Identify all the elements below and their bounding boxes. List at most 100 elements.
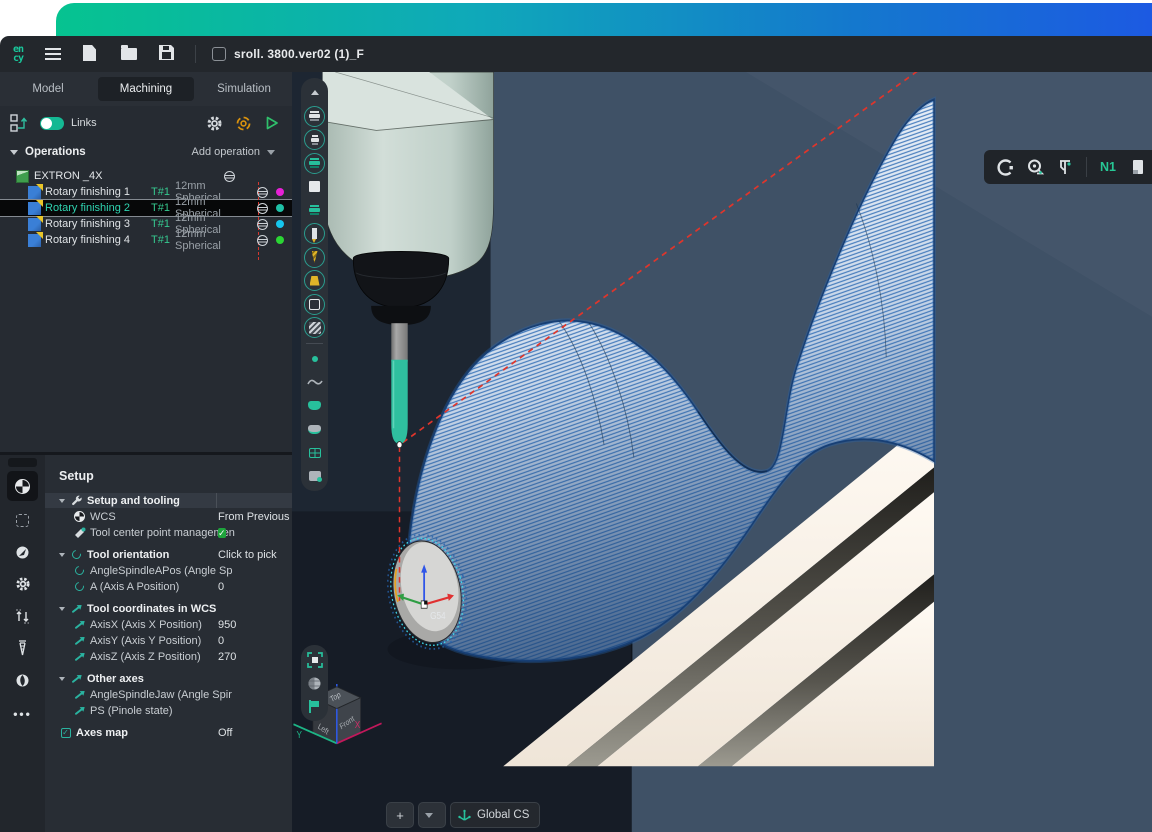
setup-row-value[interactable]: 0 <box>218 581 224 593</box>
operations-header[interactable]: Operations Add operation <box>0 140 292 164</box>
cutting-tool[interactable] <box>391 323 407 448</box>
setup-row-anglespindlejaw[interactable]: AngleSpindleJaw (Angle Spir <box>45 687 292 702</box>
add-operation-button[interactable]: Add operation <box>192 146 283 158</box>
operation-tool: T#1 <box>151 218 175 230</box>
setup-section-tooling[interactable]: Setup and tooling <box>45 493 292 508</box>
setup-row-axes-map[interactable]: ✓ Axes map Off <box>45 725 292 740</box>
fixture-icon <box>309 208 320 212</box>
checkbox-checked-icon[interactable]: ✓ <box>218 528 226 538</box>
setup-row-anglespindleapos[interactable]: AngleSpindleAPos (Angle Sp <box>45 563 292 578</box>
fixture-button[interactable] <box>304 200 326 221</box>
surface-icon <box>308 401 321 410</box>
point-display-button[interactable] <box>304 348 326 369</box>
setup-row-value[interactable]: 0 <box>218 635 224 647</box>
nc-code-button[interactable]: N1 <box>1095 154 1121 180</box>
toolbar-separator <box>195 45 196 63</box>
setup-row-value[interactable]: Click to pick <box>218 549 277 561</box>
rail-limits-button[interactable] <box>7 601 38 631</box>
setup-row-value[interactable]: 270 <box>218 651 236 663</box>
caliper-button[interactable] <box>1052 154 1078 180</box>
operation-row-4[interactable]: Rotary finishing 4 T#1 12mm Spherical <box>0 232 292 248</box>
setup-row-axisz[interactable]: AxisZ (Axis Z Position) 270 <box>45 649 292 664</box>
rail-settings-button[interactable] <box>7 569 38 599</box>
gear-icon <box>15 576 31 592</box>
grid-display-button[interactable] <box>304 442 326 463</box>
save-button[interactable] <box>159 45 177 63</box>
more-dots-icon: ••• <box>13 707 32 721</box>
holder-button[interactable] <box>304 270 325 291</box>
fit-view-button[interactable] <box>304 649 326 670</box>
workpiece-button[interactable] <box>304 294 325 315</box>
global-cs-button[interactable]: Global CS <box>450 802 540 828</box>
rail-selection-button[interactable] <box>7 505 38 535</box>
setup-section-other-axes[interactable]: Other axes <box>45 671 292 686</box>
mesh-display-button[interactable] <box>304 419 326 440</box>
setup-section-tool-orientation[interactable]: Tool orientation Click to pick <box>45 547 292 562</box>
rail-more-button[interactable]: ••• <box>7 699 38 729</box>
status-circle-icon[interactable] <box>257 219 268 230</box>
toolpath-curve-button[interactable] <box>304 372 326 393</box>
axis-icon <box>73 650 86 663</box>
link-nodes-icon[interactable] <box>10 114 30 132</box>
rail-gauge-button[interactable] <box>7 537 38 567</box>
rail-wcs-button[interactable] <box>7 471 38 501</box>
open-file-button[interactable] <box>121 45 139 63</box>
setup-row-ps[interactable]: PS (Pinole state) <box>45 703 292 718</box>
tool-display-button[interactable] <box>304 223 325 244</box>
run-play-icon[interactable] <box>264 115 280 131</box>
report-sheet-button[interactable] <box>1125 154 1151 180</box>
shading-mode-button[interactable] <box>304 673 326 694</box>
setup-row-value[interactable]: 950 <box>218 619 236 631</box>
setup-row-value[interactable]: From Previous <box>218 511 290 523</box>
status-circle-icon[interactable] <box>257 235 268 246</box>
tab-machining[interactable]: Machining <box>98 77 194 101</box>
3d-viewport[interactable]: G54 <box>292 72 1152 832</box>
new-file-button[interactable] <box>83 45 101 63</box>
document-state-icon[interactable] <box>212 47 226 61</box>
machine-active-button[interactable] <box>304 153 325 174</box>
measure-button[interactable] <box>1022 154 1048 180</box>
simulate-sync-icon[interactable] <box>235 115 252 132</box>
tool-shank-button[interactable] <box>304 247 325 268</box>
status-circle-icon[interactable] <box>257 187 268 198</box>
setup-row-checkbox[interactable]: ✓ <box>218 527 226 539</box>
setup-row-axis-a[interactable]: A (Axis A Position) 0 <box>45 579 292 594</box>
tab-model[interactable]: Model <box>0 75 96 103</box>
setup-row-tcp[interactable]: Tool center point managemen ✓ <box>45 525 292 540</box>
main-menu-icon[interactable] <box>45 48 61 60</box>
machine-full-button[interactable] <box>304 106 325 127</box>
collapse-chevron-icon <box>10 150 18 155</box>
snapshot-button[interactable] <box>304 466 326 487</box>
scroll-up-button[interactable] <box>304 82 326 103</box>
status-circle-icon[interactable] <box>257 203 268 214</box>
wrench-icon <box>70 494 83 507</box>
axis-icon <box>73 634 86 647</box>
setup-row-axisx[interactable]: AxisX (Axis X Position) 950 <box>45 617 292 632</box>
status-circle-icon[interactable] <box>224 171 235 182</box>
rail-rotary-button[interactable] <box>7 665 38 695</box>
rail-tool-button[interactable] <box>7 633 38 663</box>
global-cs-label: Global CS <box>477 809 529 821</box>
snap-button[interactable] <box>992 154 1018 180</box>
links-toggle[interactable] <box>40 117 64 130</box>
add-cs-button[interactable]: + <box>386 802 414 828</box>
cs-dropdown-button[interactable] <box>418 802 446 828</box>
settings-gear-icon[interactable] <box>206 115 223 132</box>
material-button[interactable] <box>304 317 325 338</box>
section-chevron-icon <box>59 677 65 681</box>
setup-section-tool-coordinates[interactable]: Tool coordinates in WCS <box>45 601 292 616</box>
surface-display-button[interactable] <box>304 395 326 416</box>
machine-head-button[interactable] <box>304 129 325 150</box>
flag-marker-button[interactable] <box>304 696 326 717</box>
setup-row-axisy[interactable]: AxisY (Axis Y Position) 0 <box>45 633 292 648</box>
stock-button[interactable] <box>304 176 326 197</box>
tab-simulation[interactable]: Simulation <box>196 75 292 103</box>
setup-row-value[interactable]: Off <box>218 727 232 739</box>
mode-tabs: Model Machining Simulation <box>0 72 292 106</box>
plus-label: + <box>396 808 404 823</box>
operation-icon <box>28 234 41 247</box>
app-logo[interactable]: en cy <box>5 41 31 67</box>
operation-color-dot <box>276 236 284 244</box>
setup-row-wcs[interactable]: WCS From Previous <box>45 509 292 524</box>
check-icon: ✓ <box>59 726 72 739</box>
